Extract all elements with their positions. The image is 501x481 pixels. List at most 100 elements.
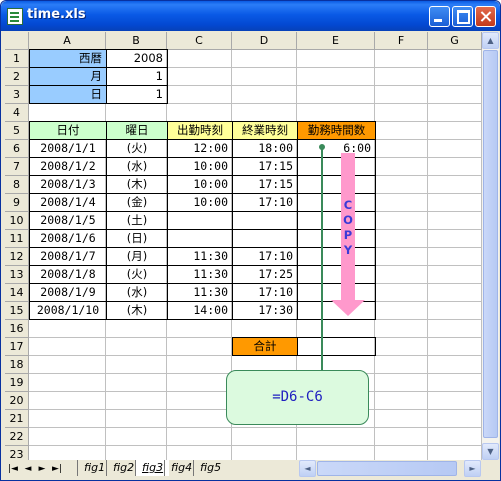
grid-cell[interactable]	[232, 86, 297, 104]
table-cell[interactable]: 11:30	[167, 247, 233, 266]
grid-cell[interactable]	[29, 104, 106, 122]
row-header[interactable]: 17	[5, 338, 29, 356]
total-value[interactable]	[297, 337, 376, 356]
row-header[interactable]: 20	[5, 392, 29, 410]
grid-cell[interactable]	[375, 266, 428, 284]
day-value[interactable]: 1	[106, 85, 168, 104]
table-cell[interactable]: (木)	[106, 301, 168, 320]
table-cell[interactable]: 2008/1/6	[29, 229, 107, 248]
row-header[interactable]: 2	[5, 68, 29, 86]
row-header[interactable]: 7	[5, 158, 29, 176]
column-header[interactable]: B	[106, 32, 167, 50]
grid-cell[interactable]	[297, 320, 375, 338]
grid-cell[interactable]	[297, 428, 375, 446]
grid-cell[interactable]	[167, 320, 232, 338]
table-cell[interactable]: 6:00	[297, 139, 376, 158]
grid-cell[interactable]	[375, 320, 428, 338]
grid-cell[interactable]	[428, 320, 482, 338]
month-value[interactable]: 1	[106, 67, 168, 86]
grid-cell[interactable]	[428, 68, 482, 86]
table-cell[interactable]: 10:00	[167, 175, 233, 194]
table-cell[interactable]	[297, 283, 376, 302]
grid-cell[interactable]	[428, 212, 482, 230]
excel-sheet-icon[interactable]	[7, 8, 23, 25]
grid-cell[interactable]	[428, 140, 482, 158]
prev-sheet-icon[interactable]: ◄	[22, 462, 34, 476]
table-cell[interactable]	[232, 211, 298, 230]
grid-cell[interactable]	[428, 374, 482, 392]
grid-cell[interactable]	[428, 122, 482, 140]
table-cell[interactable]: 2008/1/5	[29, 211, 107, 230]
grid-cell[interactable]	[297, 50, 375, 68]
grid-cell[interactable]	[375, 212, 428, 230]
table-cell[interactable]: 17:25	[232, 265, 298, 284]
grid-cell[interactable]	[428, 194, 482, 212]
minimize-button[interactable]	[429, 6, 450, 27]
grid-cell[interactable]	[29, 392, 106, 410]
select-all-corner[interactable]	[5, 32, 29, 50]
table-cell[interactable]: (水)	[106, 283, 168, 302]
grid-cell[interactable]	[375, 248, 428, 266]
row-header[interactable]: 6	[5, 140, 29, 158]
table-cell[interactable]: (土)	[106, 211, 168, 230]
table-cell[interactable]: 2008/1/3	[29, 175, 107, 194]
table-cell[interactable]: 2008/1/10	[29, 301, 107, 320]
day-label[interactable]: 日	[29, 85, 107, 104]
grid-cell[interactable]	[29, 446, 106, 460]
total-label[interactable]: 合計	[232, 337, 298, 356]
table-cell[interactable]: 2008/1/9	[29, 283, 107, 302]
row-header[interactable]: 22	[5, 428, 29, 446]
table-cell[interactable]	[297, 193, 376, 212]
row-header[interactable]: 9	[5, 194, 29, 212]
grid-cell[interactable]	[375, 122, 428, 140]
vertical-scroll-thumb[interactable]	[483, 50, 498, 438]
grid-cell[interactable]	[232, 68, 297, 86]
grid-cell[interactable]	[428, 428, 482, 446]
grid-cell[interactable]	[167, 50, 232, 68]
table-cell[interactable]	[297, 229, 376, 248]
grid-cell[interactable]	[106, 374, 167, 392]
table-cell[interactable]: (日)	[106, 229, 168, 248]
grid-cell[interactable]	[375, 140, 428, 158]
row-header[interactable]: 8	[5, 176, 29, 194]
row-header[interactable]: 18	[5, 356, 29, 374]
table-cell[interactable]: (火)	[106, 139, 168, 158]
grid-cell[interactable]	[106, 446, 167, 460]
column-header[interactable]: C	[167, 32, 232, 50]
row-header[interactable]: 14	[5, 284, 29, 302]
grid-cell[interactable]	[232, 104, 297, 122]
arrow-down-icon[interactable]: ▼	[482, 443, 499, 460]
year-label[interactable]: 西暦	[29, 49, 107, 68]
sheet-tab[interactable]: fig5	[193, 460, 227, 476]
table-cell[interactable]	[297, 301, 376, 320]
grid-cell[interactable]	[106, 428, 167, 446]
grid-cell[interactable]	[375, 356, 428, 374]
grid-cell[interactable]	[375, 50, 428, 68]
table-cell[interactable]: 2008/1/4	[29, 193, 107, 212]
spreadsheet-grid[interactable]: A B C D E F G 1 2 3 4 5 6 7 8 9 10 11 12 13 14 15 16 17 18 19 20 21…	[5, 32, 482, 460]
table-cell[interactable]	[297, 157, 376, 176]
table-header-cell[interactable]: 日付	[29, 121, 107, 140]
grid-cell[interactable]	[297, 68, 375, 86]
grid-cell[interactable]	[375, 392, 428, 410]
grid-cell[interactable]	[375, 158, 428, 176]
grid-cell[interactable]	[297, 86, 375, 104]
grid-cell[interactable]	[29, 428, 106, 446]
row-header[interactable]: 12	[5, 248, 29, 266]
grid-cell[interactable]	[428, 338, 482, 356]
month-label[interactable]: 月	[29, 67, 107, 86]
grid-cell[interactable]	[375, 410, 428, 428]
row-header[interactable]: 13	[5, 266, 29, 284]
row-header[interactable]: 11	[5, 230, 29, 248]
arrow-left-icon[interactable]: ◄	[299, 460, 316, 477]
next-sheet-icon[interactable]: ►	[36, 462, 48, 476]
grid-cell[interactable]	[167, 446, 232, 460]
grid-cell[interactable]	[232, 320, 297, 338]
column-header[interactable]: D	[232, 32, 297, 50]
row-header[interactable]: 4	[5, 104, 29, 122]
table-cell[interactable]	[297, 175, 376, 194]
table-cell[interactable]: 17:10	[232, 283, 298, 302]
year-value[interactable]: 2008	[106, 49, 168, 68]
grid-cell[interactable]	[106, 320, 167, 338]
table-header-cell[interactable]: 勤務時間数	[297, 121, 376, 140]
